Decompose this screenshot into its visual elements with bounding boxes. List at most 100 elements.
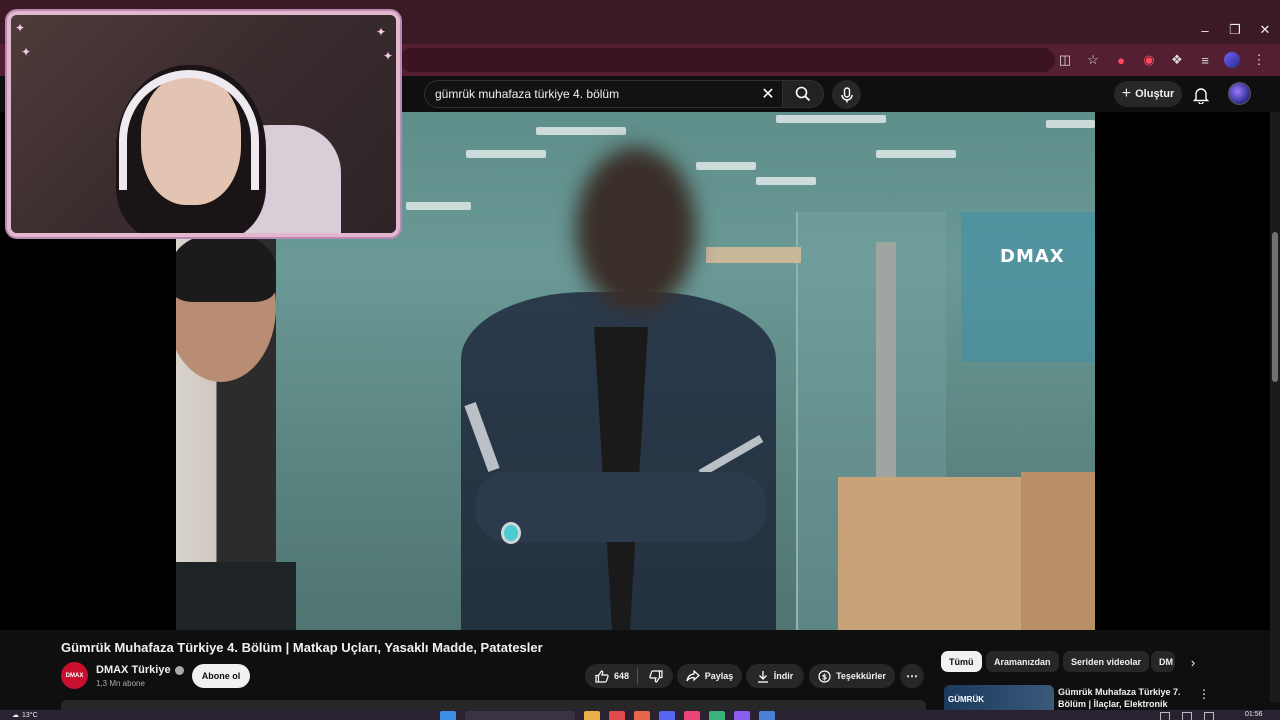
blurred-face — [576, 147, 696, 312]
channel-name-label[interactable]: DMAX Türkiye — [96, 664, 171, 676]
recommendation-more-icon[interactable]: ⋮ — [1198, 686, 1210, 702]
chip-series[interactable]: Seriden videolar — [1063, 651, 1150, 672]
description-box[interactable] — [61, 700, 926, 710]
ceiling-light — [536, 127, 626, 135]
discord-icon[interactable] — [659, 711, 675, 720]
search-button[interactable] — [782, 80, 824, 108]
clear-search-icon[interactable]: ✕ — [758, 84, 778, 104]
close-icon[interactable]: ✕ — [1250, 16, 1280, 44]
chevron-right-icon[interactable]: › — [1184, 653, 1202, 671]
install-app-icon[interactable]: ◫ — [1056, 50, 1074, 70]
bell-icon — [1193, 87, 1209, 104]
wristwatch — [501, 522, 521, 544]
download-label: İndir — [773, 671, 794, 681]
recommendation-thumbnail[interactable]: GÜMRÜK — [944, 685, 1054, 710]
app-icon[interactable] — [734, 711, 750, 720]
ceiling-light — [466, 150, 546, 158]
create-label: Oluştur — [1135, 88, 1175, 100]
taskbar-apps — [440, 711, 775, 720]
browser-toolbar-icons: ◫ ☆ ● ◉ ❖ ≡ ⋮ — [1056, 50, 1268, 70]
chip-all[interactable]: Tümü — [941, 651, 982, 672]
cloud-icon: ☁ — [12, 712, 19, 719]
plus-icon: + — [1121, 85, 1132, 102]
more-actions-button[interactable]: ⋯ — [900, 664, 924, 688]
windows-icon[interactable] — [440, 711, 456, 720]
webcam-overlay: ✦ ✦ ✦ ✦ — [7, 11, 400, 237]
tray-icon[interactable] — [1204, 712, 1214, 720]
wall-panel — [961, 212, 1095, 362]
account-avatar[interactable] — [1228, 82, 1251, 105]
browser-menu-icon[interactable]: ⋮ — [1250, 50, 1268, 70]
file-explorer-icon[interactable] — [584, 711, 600, 720]
trash-bin — [176, 562, 296, 630]
ceiling-light — [696, 162, 756, 170]
temperature: 13°C — [22, 711, 38, 719]
dislike-icon — [649, 669, 663, 683]
taskbar-clock[interactable]: 01:56 — [1245, 711, 1263, 718]
chrome-icon[interactable] — [759, 711, 775, 720]
sparkle-icon: ✦ — [21, 45, 32, 59]
create-button[interactable]: + Oluştur — [1114, 81, 1182, 107]
app-icon[interactable] — [709, 711, 725, 720]
window-controls: – ❐ ✕ — [1190, 16, 1280, 44]
ceiling-light — [1046, 120, 1095, 128]
chip-dmax[interactable]: DM — [1151, 651, 1175, 672]
extension-drop-icon[interactable]: ◉ — [1140, 50, 1158, 70]
download-button[interactable]: İndir — [746, 664, 804, 688]
recommendation-thumb-text: GÜMRÜK — [948, 695, 984, 704]
sparkle-icon: ✦ — [376, 25, 387, 39]
tray-icon[interactable] — [1160, 712, 1170, 720]
thanks-label: Teşekkürler — [836, 671, 886, 681]
download-icon — [757, 670, 768, 683]
door-bar — [706, 247, 801, 263]
share-label: Paylaş — [704, 671, 734, 681]
like-icon — [595, 669, 609, 683]
sparkle-icon: ✦ — [15, 21, 26, 35]
like-count: 648 — [613, 671, 630, 681]
channel-avatar[interactable]: DMAX — [61, 662, 88, 689]
search-query: gümrük muhafaza türkiye 4. bölüm — [435, 87, 620, 101]
page-scrollbar[interactable] — [1270, 112, 1280, 702]
recommendation-title[interactable]: Gümrük Muhafaza Türkiye 7. Bölüm | İlaçl… — [1058, 686, 1183, 710]
app-icon[interactable] — [609, 711, 625, 720]
chip-from-search[interactable]: Aramanızdan — [986, 651, 1059, 672]
subscribe-button[interactable]: Abone ol — [192, 664, 250, 688]
bookmark-star-icon[interactable]: ☆ — [1084, 50, 1102, 70]
weather-widget[interactable]: ☁ 13°C — [12, 711, 38, 720]
voice-search-button[interactable] — [832, 80, 861, 109]
svg-text:$: $ — [822, 672, 827, 681]
profile-icon[interactable] — [1224, 52, 1240, 68]
share-icon — [686, 670, 700, 682]
channel-name[interactable]: DMAX Türkiye — [96, 664, 184, 676]
video-title: Gümrük Muhafaza Türkiye 4. Bölüm | Matka… — [61, 640, 543, 655]
like-button[interactable]: 648 — [595, 668, 639, 684]
ceiling-light — [756, 177, 816, 185]
thanks-button[interactable]: $ Teşekkürler — [809, 664, 895, 688]
system-tray — [1160, 712, 1214, 720]
extensions-puzzle-icon[interactable]: ❖ — [1168, 50, 1186, 70]
minimize-icon[interactable]: – — [1190, 16, 1220, 44]
maximize-icon[interactable]: ❐ — [1220, 16, 1250, 44]
ceiling-light — [406, 202, 471, 210]
thanks-icon: $ — [818, 669, 831, 683]
search-input[interactable]: gümrük muhafaza türkiye 4. bölüm — [424, 80, 786, 108]
dislike-button[interactable] — [643, 669, 663, 683]
sparkle-icon: ✦ — [383, 49, 394, 63]
address-field[interactable] — [400, 48, 1055, 72]
ceiling-light — [776, 115, 886, 123]
subscriber-count: 1,3 Mn abone — [96, 679, 145, 688]
app-icon[interactable] — [634, 711, 650, 720]
person-left-hair — [176, 232, 276, 302]
share-button[interactable]: Paylaş — [677, 664, 742, 688]
media-control-icon[interactable]: ≡ — [1196, 50, 1214, 70]
tray-icon[interactable] — [1182, 712, 1192, 720]
app-icon[interactable] — [684, 711, 700, 720]
cardboard-box — [838, 477, 1028, 630]
verified-icon — [174, 665, 184, 675]
mic-icon — [840, 86, 853, 102]
notifications-button[interactable] — [1190, 84, 1212, 106]
taskbar-search[interactable] — [465, 711, 575, 720]
extension-red-icon[interactable]: ● — [1112, 50, 1130, 70]
scrollbar-thumb[interactable] — [1272, 232, 1278, 382]
more-icon: ⋯ — [906, 669, 918, 683]
